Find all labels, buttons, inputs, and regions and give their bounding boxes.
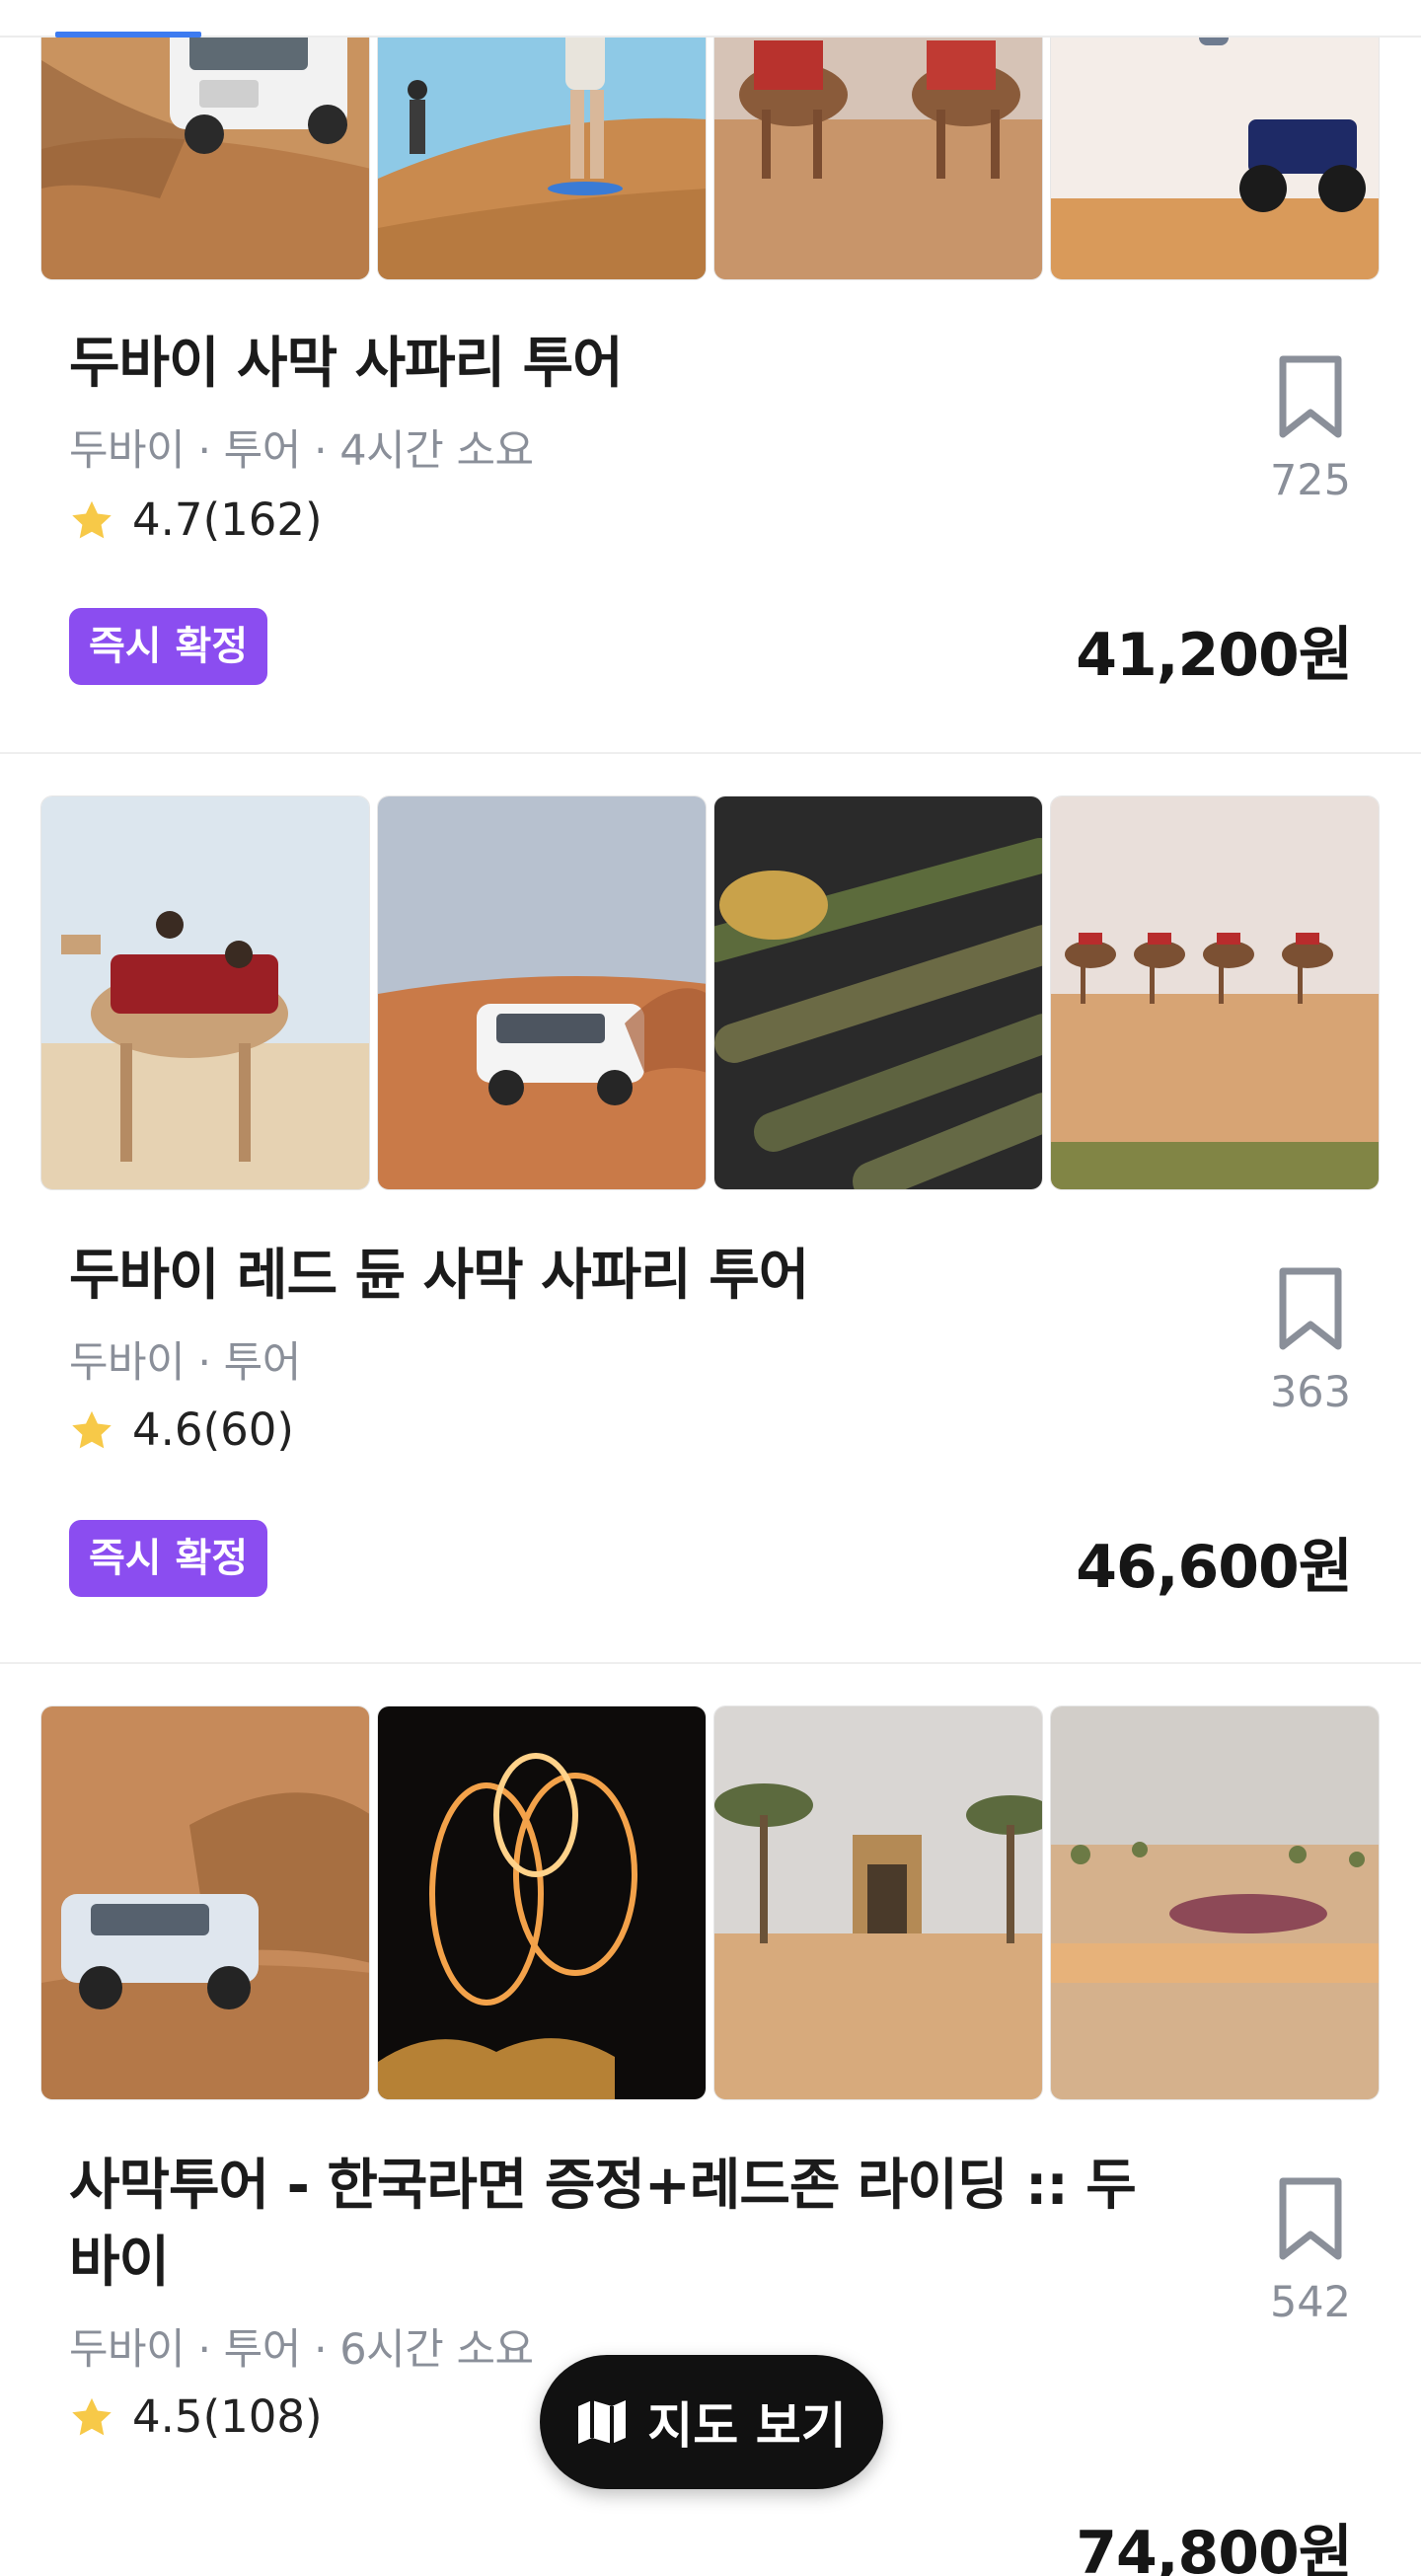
desert-jeep-photo xyxy=(40,0,370,280)
top-tab-bar xyxy=(0,0,1421,38)
photo-strip xyxy=(40,796,1380,1190)
product-meta: 두바이 · 투어 xyxy=(69,1338,301,1388)
product-card[interactable]: 두바이 레드 듄 사막 사파리 투어 두바이 · 투어 4.6(60) 즉시 확… xyxy=(0,754,1421,1662)
product-title[interactable]: 두바이 레드 듄 사막 사파리 투어 xyxy=(69,1238,1155,1315)
map-icon xyxy=(578,2400,627,2444)
bookmark-count: 363 xyxy=(1269,1368,1352,1417)
bookmark-icon xyxy=(1279,355,1342,438)
star-icon xyxy=(72,1410,112,1448)
bookmark-icon xyxy=(1279,2177,1342,2260)
bookmark-button[interactable]: 363 xyxy=(1253,1265,1368,1417)
kebab-grill-photo xyxy=(713,796,1043,1190)
star-icon xyxy=(72,2397,112,2435)
rating-value: 4.6 xyxy=(132,1403,203,1456)
product-price: 46,600원 xyxy=(1076,1533,1353,1602)
review-count: (108) xyxy=(202,2390,323,2443)
bookmark-button[interactable]: 725 xyxy=(1253,353,1368,505)
camel-ride-photo xyxy=(713,0,1043,280)
rating-value: 4.5 xyxy=(132,2390,203,2443)
desert-camp-gate-photo xyxy=(713,1705,1043,2100)
bookmark-icon xyxy=(1279,1267,1342,1350)
product-price: 41,200원 xyxy=(1076,621,1353,690)
product-card[interactable]: 두바이 사막 사파리 투어 두바이 · 투어 · 4시간 소요 4.7(162)… xyxy=(0,0,1421,752)
rating-value: 4.7 xyxy=(132,493,203,546)
camel-riders-photo xyxy=(40,796,370,1190)
active-tab-indicator xyxy=(55,32,201,38)
product-title[interactable]: 두바이 사막 사파리 투어 xyxy=(69,326,1155,403)
instant-confirm-badge: 즉시 확정 xyxy=(69,608,268,685)
quad-bike-photo xyxy=(1050,0,1380,280)
photo-strip xyxy=(40,0,1380,280)
product-rating: 4.7(162) xyxy=(69,493,323,546)
camp-aerial-photo xyxy=(1050,1705,1380,2100)
suv-dune-photo xyxy=(377,796,707,1190)
product-list-page: 두바이 사막 사파리 투어 두바이 · 투어 · 4시간 소요 4.7(162)… xyxy=(0,0,1421,2576)
product-price: 74,800원 xyxy=(1076,2519,1353,2576)
dune-bashing-photo xyxy=(40,1705,370,2100)
product-rating: 4.6(60) xyxy=(69,1403,294,1456)
map-button-label: 지도 보기 xyxy=(647,2397,847,2455)
bookmark-button[interactable]: 542 xyxy=(1253,2175,1368,2327)
bookmark-count: 725 xyxy=(1269,456,1352,505)
camel-caravan-photo xyxy=(1050,796,1380,1190)
sandboarding-photo xyxy=(377,0,707,280)
product-meta: 두바이 · 투어 · 6시간 소요 xyxy=(69,2325,534,2375)
photo-strip xyxy=(40,1705,1380,2100)
star-icon xyxy=(72,500,112,538)
review-count: (60) xyxy=(202,1403,294,1456)
product-rating: 4.5(108) xyxy=(69,2390,323,2443)
fire-show-photo xyxy=(377,1705,707,2100)
review-count: (162) xyxy=(202,493,323,546)
map-view-button[interactable]: 지도 보기 xyxy=(540,2355,883,2489)
bookmark-count: 542 xyxy=(1269,2278,1352,2327)
product-meta: 두바이 · 투어 · 4시간 소요 xyxy=(69,426,534,476)
instant-confirm-badge: 즉시 확정 xyxy=(69,1520,268,1597)
product-title[interactable]: 사막투어 - 한국라면 증정+레드존 라이딩 :: 두바이 xyxy=(69,2148,1174,2302)
